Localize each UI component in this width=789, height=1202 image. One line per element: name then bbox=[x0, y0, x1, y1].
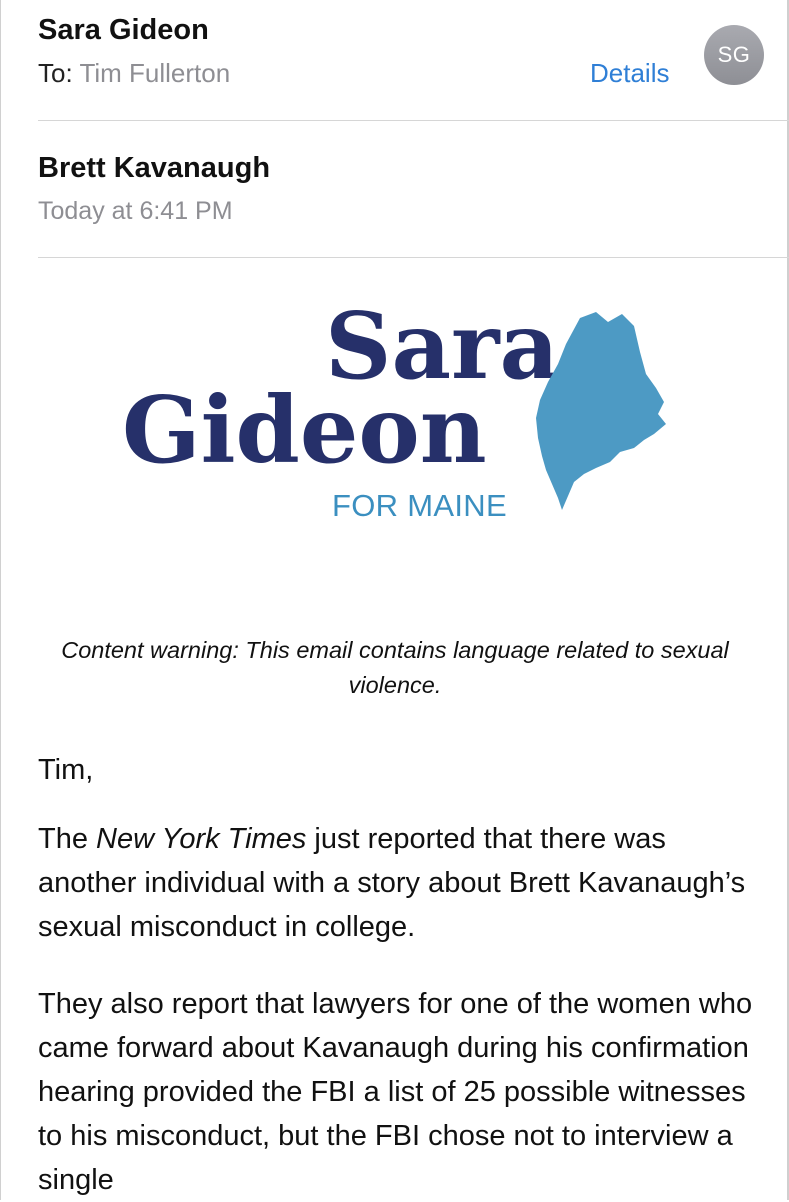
email-paragraph-1: The New York Times just reported that th… bbox=[38, 817, 758, 949]
logo-tagline: FOR MAINE bbox=[332, 488, 507, 523]
p1-prefix: The bbox=[38, 823, 97, 855]
maine-state-icon bbox=[536, 312, 666, 510]
email-header: Sara Gideon To: Tim Fullerton Details SG bbox=[0, 0, 789, 120]
frame-left-edge bbox=[0, 0, 1, 1200]
details-button[interactable]: Details bbox=[590, 58, 669, 89]
sender-name[interactable]: Sara Gideon bbox=[38, 14, 209, 47]
email-paragraph-2: They also report that lawyers for one of… bbox=[38, 988, 753, 1196]
avatar[interactable]: SG bbox=[704, 25, 764, 85]
campaign-logo: Sara Gideon FOR MAINE bbox=[110, 300, 690, 540]
email-subject: Brett Kavanaugh bbox=[38, 152, 271, 184]
header-divider bbox=[38, 120, 789, 121]
email-greeting: Tim, bbox=[38, 754, 94, 786]
email-timestamp: Today at 6:41 PM bbox=[38, 197, 233, 225]
to-label: To: bbox=[38, 58, 73, 88]
recipient-row: To: Tim Fullerton bbox=[38, 58, 230, 89]
content-warning: Content warning: This email contains lan… bbox=[61, 637, 729, 698]
recipient-name[interactable]: Tim Fullerton bbox=[79, 58, 230, 88]
logo-word-gideon: Gideon bbox=[122, 376, 487, 484]
subject-divider bbox=[38, 257, 789, 258]
publication-name: New York Times bbox=[96, 823, 307, 855]
